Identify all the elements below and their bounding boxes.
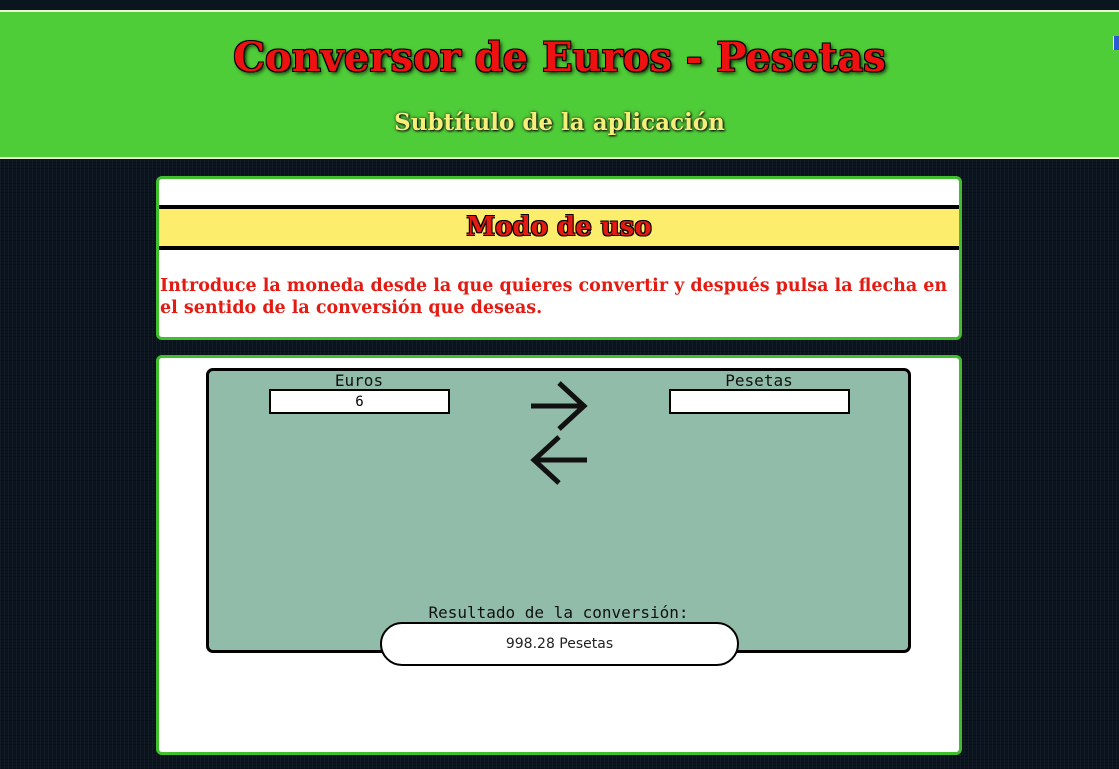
converter-box: Euros Pesetas Resultado de la conversión… xyxy=(206,368,911,653)
usage-heading: Modo de uso xyxy=(159,205,959,250)
pesetas-label: Pesetas xyxy=(725,371,793,390)
arrow-left-icon xyxy=(530,435,587,485)
usage-panel: Modo de uso Introduce la moneda desde la… xyxy=(156,176,962,340)
result-label: Resultado de la conversión: xyxy=(428,603,689,622)
convert-to-euros-button[interactable] xyxy=(529,433,589,487)
mouse-cursor-icon xyxy=(1113,36,1119,50)
converter-panel: Euros Pesetas Resultado de la conversión… xyxy=(156,355,962,755)
app-header: Conversor de Euros - Pesetas Subtítulo d… xyxy=(0,10,1119,159)
app-title: Conversor de Euros - Pesetas xyxy=(233,34,886,81)
convert-to-pesetas-button[interactable] xyxy=(529,379,589,433)
euros-label: Euros xyxy=(334,371,384,390)
result-output: 998.28 Pesetas xyxy=(380,622,739,666)
top-strip xyxy=(0,0,1119,10)
pesetas-input[interactable] xyxy=(669,389,850,414)
usage-instructions: Introduce la moneda desde la que quieres… xyxy=(160,276,948,318)
euros-input[interactable] xyxy=(269,389,450,414)
arrow-right-icon xyxy=(531,381,588,431)
app-subtitle: Subtítulo de la aplicación xyxy=(394,109,725,136)
